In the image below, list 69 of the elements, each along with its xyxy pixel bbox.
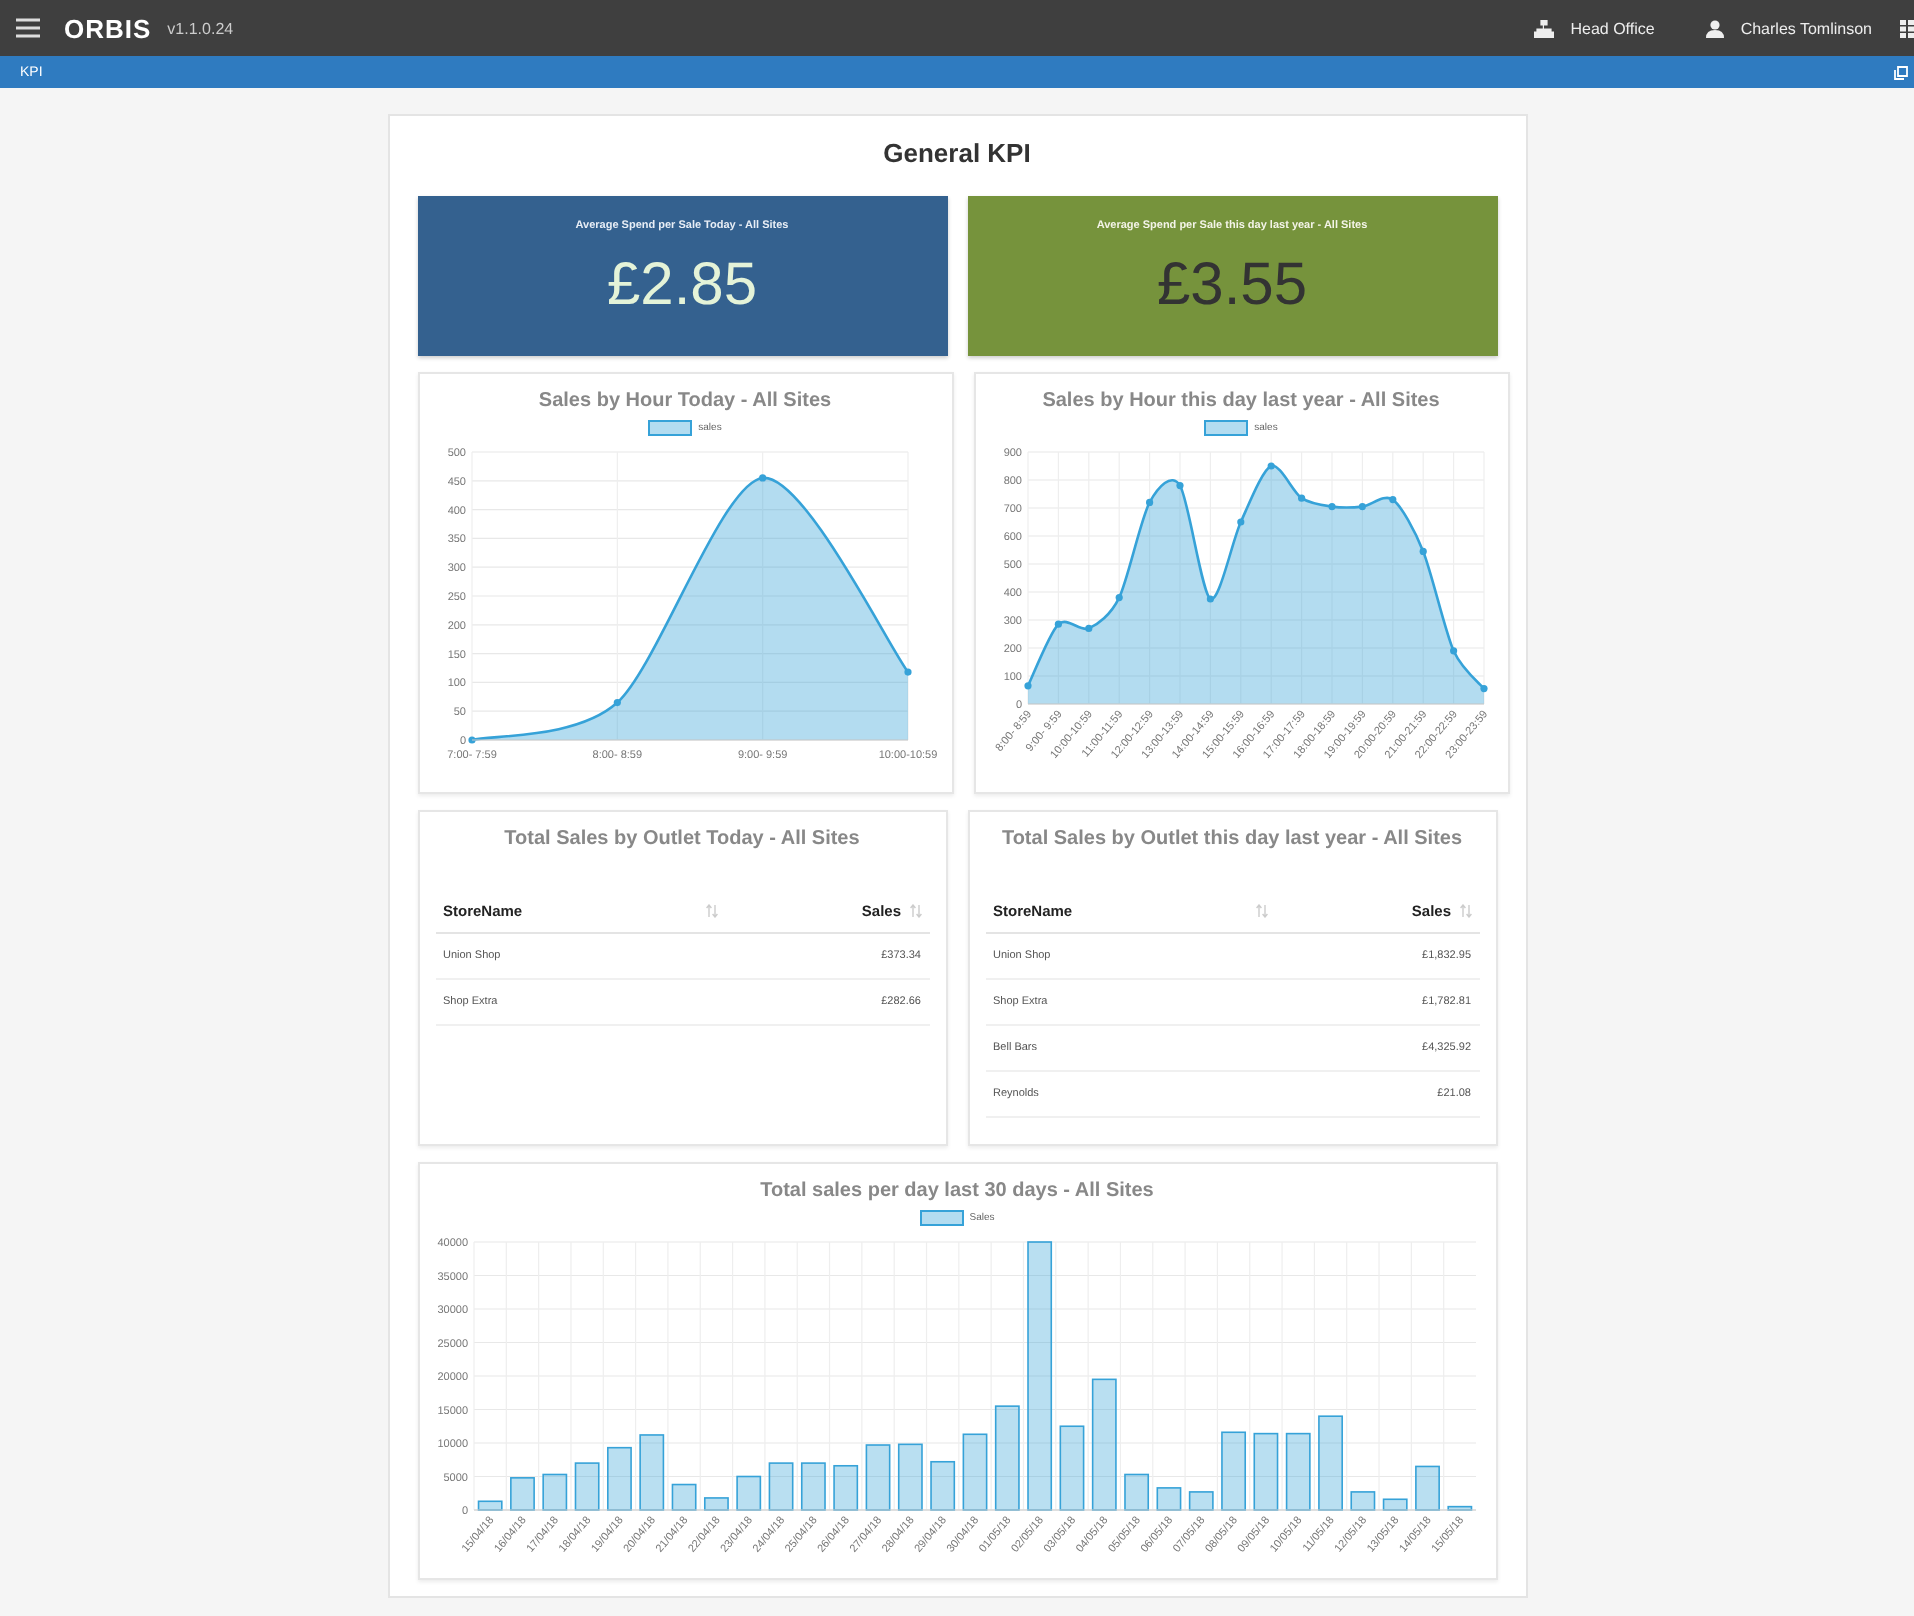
point: [1297, 494, 1305, 502]
point: [903, 668, 911, 676]
point: [1418, 547, 1426, 555]
table-title: Total Sales by Outlet Today - All Sites: [504, 828, 860, 850]
chart-title: Sales by Hour Today - All Sites: [538, 390, 832, 412]
bar: [833, 1465, 859, 1511]
bar: [607, 1446, 632, 1511]
point: [1388, 496, 1396, 504]
point: [1053, 620, 1061, 628]
apps-grid-icon[interactable]: [1900, 19, 1914, 37]
table-title: Total Sales by Outlet this day last year - All Sites: [1001, 828, 1463, 850]
bar: [930, 1460, 956, 1511]
bar: [736, 1475, 762, 1511]
point: [1175, 482, 1183, 490]
bar: [865, 1444, 891, 1511]
chart-title: Total sales per day last 30 days - All Sites: [760, 1180, 1154, 1202]
bar: [542, 1473, 568, 1511]
bar: [1318, 1415, 1343, 1511]
legend-swatch: [1204, 420, 1249, 436]
bar: [1253, 1432, 1279, 1511]
bar: [1188, 1491, 1214, 1511]
stat-value: £2.85: [606, 252, 758, 320]
point: [1449, 647, 1457, 655]
bar: [1447, 1505, 1473, 1511]
bar: [1156, 1487, 1182, 1511]
legend-swatch: [648, 420, 693, 436]
point: [1327, 503, 1335, 511]
bar: [477, 1500, 503, 1511]
menu-icon[interactable]: [16, 18, 40, 38]
bar: [671, 1483, 697, 1511]
bar: [962, 1433, 988, 1511]
bar: [1091, 1378, 1117, 1511]
point: [1114, 594, 1122, 602]
bar: [704, 1497, 729, 1511]
bar: [768, 1462, 794, 1511]
bar: [800, 1462, 826, 1511]
legend-swatch: [919, 1210, 964, 1226]
bar: [994, 1405, 1020, 1511]
hierarchy-icon[interactable]: [1534, 19, 1555, 37]
point: [612, 698, 620, 707]
user-icon[interactable]: [1706, 19, 1725, 37]
stat-value: £3.55: [1156, 252, 1308, 320]
page-title: General KPI: [881, 138, 1033, 168]
bar: [1124, 1473, 1150, 1511]
point: [1023, 682, 1031, 690]
location-label[interactable]: Head Office: [1570, 19, 1655, 37]
bar: [1059, 1425, 1085, 1511]
bar: [639, 1434, 665, 1511]
bar: [574, 1462, 600, 1511]
chart-title: Sales by Hour this day last year - All Sites: [1042, 390, 1440, 412]
bar: [1221, 1431, 1246, 1511]
logo: ORBIS: [64, 13, 152, 43]
point: [1357, 503, 1365, 511]
bar: [1415, 1465, 1440, 1511]
bar: [897, 1443, 923, 1511]
version-label: v1.1.0.24: [167, 19, 234, 37]
point: [1205, 595, 1213, 603]
bar: [510, 1477, 535, 1511]
bar: [1382, 1498, 1408, 1511]
user-name[interactable]: Charles Tomlinson: [1740, 19, 1872, 37]
point: [1266, 462, 1274, 470]
bar: [1350, 1491, 1376, 1511]
bar: [1285, 1432, 1311, 1511]
restore-window-icon[interactable]: [1894, 65, 1908, 79]
point: [1145, 498, 1153, 506]
point: [1084, 624, 1092, 632]
point: [1236, 518, 1244, 526]
point: [758, 474, 766, 482]
point: [1479, 685, 1487, 693]
